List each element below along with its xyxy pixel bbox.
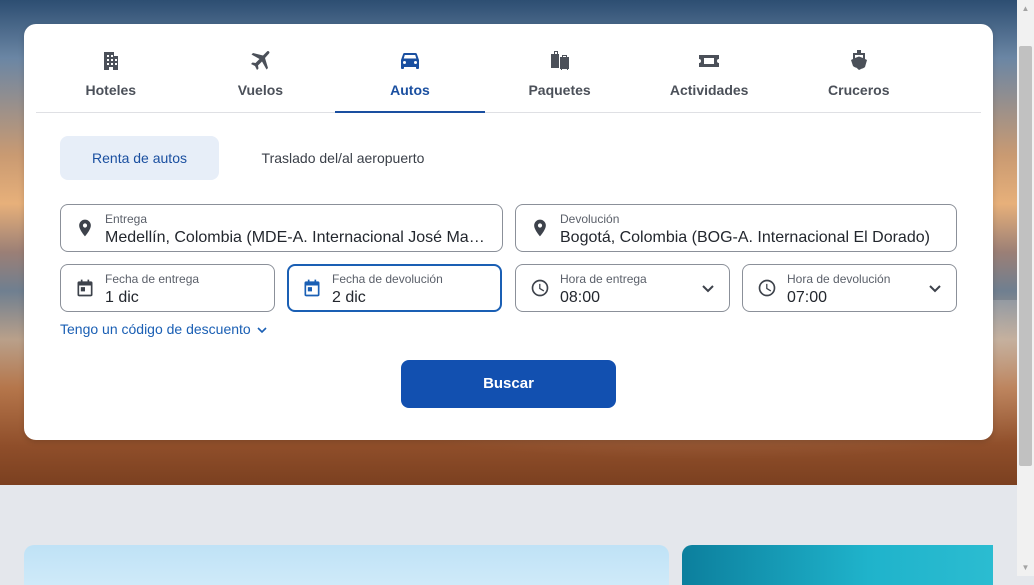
clock-icon bbox=[531, 279, 549, 297]
plane-icon bbox=[251, 51, 270, 70]
pickup-date-field[interactable]: Fecha de entrega 1 dic bbox=[60, 264, 275, 312]
hotel-icon bbox=[103, 52, 118, 70]
chevron-down-icon bbox=[929, 285, 941, 293]
search-button[interactable]: Buscar bbox=[401, 360, 616, 408]
field-label: Fecha de devolución bbox=[332, 272, 443, 286]
tab-paquetes[interactable]: Paquetes bbox=[485, 24, 635, 112]
dropoff-location-field[interactable]: Devolución Bogotá, Colombia (BOG-A. Inte… bbox=[515, 204, 957, 252]
pickup-location-field[interactable]: Entrega Medellín, Colombia (MDE-A. Inter… bbox=[60, 204, 503, 252]
tab-autos[interactable]: Autos bbox=[335, 24, 485, 113]
tab-cruceros[interactable]: Cruceros bbox=[784, 24, 934, 112]
discount-code-label: Tengo un código de descuento bbox=[60, 321, 251, 337]
search-form-card: Hoteles Vuelos Autos Paquetes Actividade… bbox=[24, 24, 993, 440]
subtab-airport-transfer[interactable]: Traslado del/al aeropuerto bbox=[243, 136, 443, 180]
chevron-down-icon bbox=[257, 327, 267, 334]
tab-label: Hoteles bbox=[85, 82, 137, 98]
field-label: Fecha de entrega bbox=[105, 272, 200, 286]
return-time-select[interactable]: Hora de devolución 07:00 bbox=[742, 264, 957, 312]
field-label: Hora de devolución bbox=[787, 272, 891, 286]
field-label: Devolución bbox=[560, 212, 620, 226]
tab-actividades[interactable]: Actividades bbox=[634, 24, 784, 112]
field-value: 2 dic bbox=[332, 289, 366, 306]
luggage-icon bbox=[550, 51, 569, 70]
field-label: Hora de entrega bbox=[560, 272, 647, 286]
tab-label: Vuelos bbox=[237, 82, 284, 98]
page-scrollbar[interactable]: ▲ ▼ bbox=[1017, 0, 1034, 576]
chevron-down-icon bbox=[702, 285, 714, 293]
product-tabs: Hoteles Vuelos Autos Paquetes Actividade… bbox=[36, 24, 981, 113]
location-pin-icon bbox=[79, 219, 91, 237]
discount-code-link[interactable]: Tengo un código de descuento bbox=[60, 321, 267, 337]
return-date-field[interactable]: Fecha de devolución 2 dic bbox=[287, 264, 502, 312]
scroll-up-arrow-icon[interactable]: ▲ bbox=[1017, 0, 1034, 17]
car-icon bbox=[400, 53, 419, 69]
field-value: 07:00 bbox=[787, 289, 828, 306]
tab-hoteles[interactable]: Hoteles bbox=[36, 24, 186, 112]
ticket-icon bbox=[699, 55, 720, 67]
scrollbar-thumb[interactable] bbox=[1019, 46, 1032, 466]
calendar-icon bbox=[77, 279, 93, 297]
field-value: 08:00 bbox=[560, 289, 601, 306]
promo-card-image-right[interactable] bbox=[682, 545, 993, 585]
field-value: Bogotá, Colombia (BOG-A. Internacional E… bbox=[560, 229, 930, 246]
pickup-time-select[interactable]: Hora de entrega 08:00 bbox=[515, 264, 730, 312]
field-value: Medellín, Colombia (MDE-A. Internacional… bbox=[105, 229, 490, 246]
field-value: 1 dic bbox=[105, 289, 139, 306]
ship-icon bbox=[850, 50, 867, 70]
tab-vuelos[interactable]: Vuelos bbox=[186, 24, 336, 112]
calendar-icon bbox=[304, 279, 320, 297]
clock-icon bbox=[758, 279, 776, 297]
promo-card-image-left[interactable] bbox=[24, 545, 669, 585]
field-label: Entrega bbox=[105, 212, 148, 226]
subtab-car-rental[interactable]: Renta de autos bbox=[60, 136, 219, 180]
tab-label: Cruceros bbox=[828, 82, 890, 98]
tab-label: Autos bbox=[390, 82, 430, 98]
scroll-down-arrow-icon[interactable]: ▼ bbox=[1017, 559, 1034, 576]
tab-label: Paquetes bbox=[528, 82, 591, 98]
tab-label: Actividades bbox=[669, 82, 749, 98]
location-pin-icon bbox=[534, 219, 546, 237]
